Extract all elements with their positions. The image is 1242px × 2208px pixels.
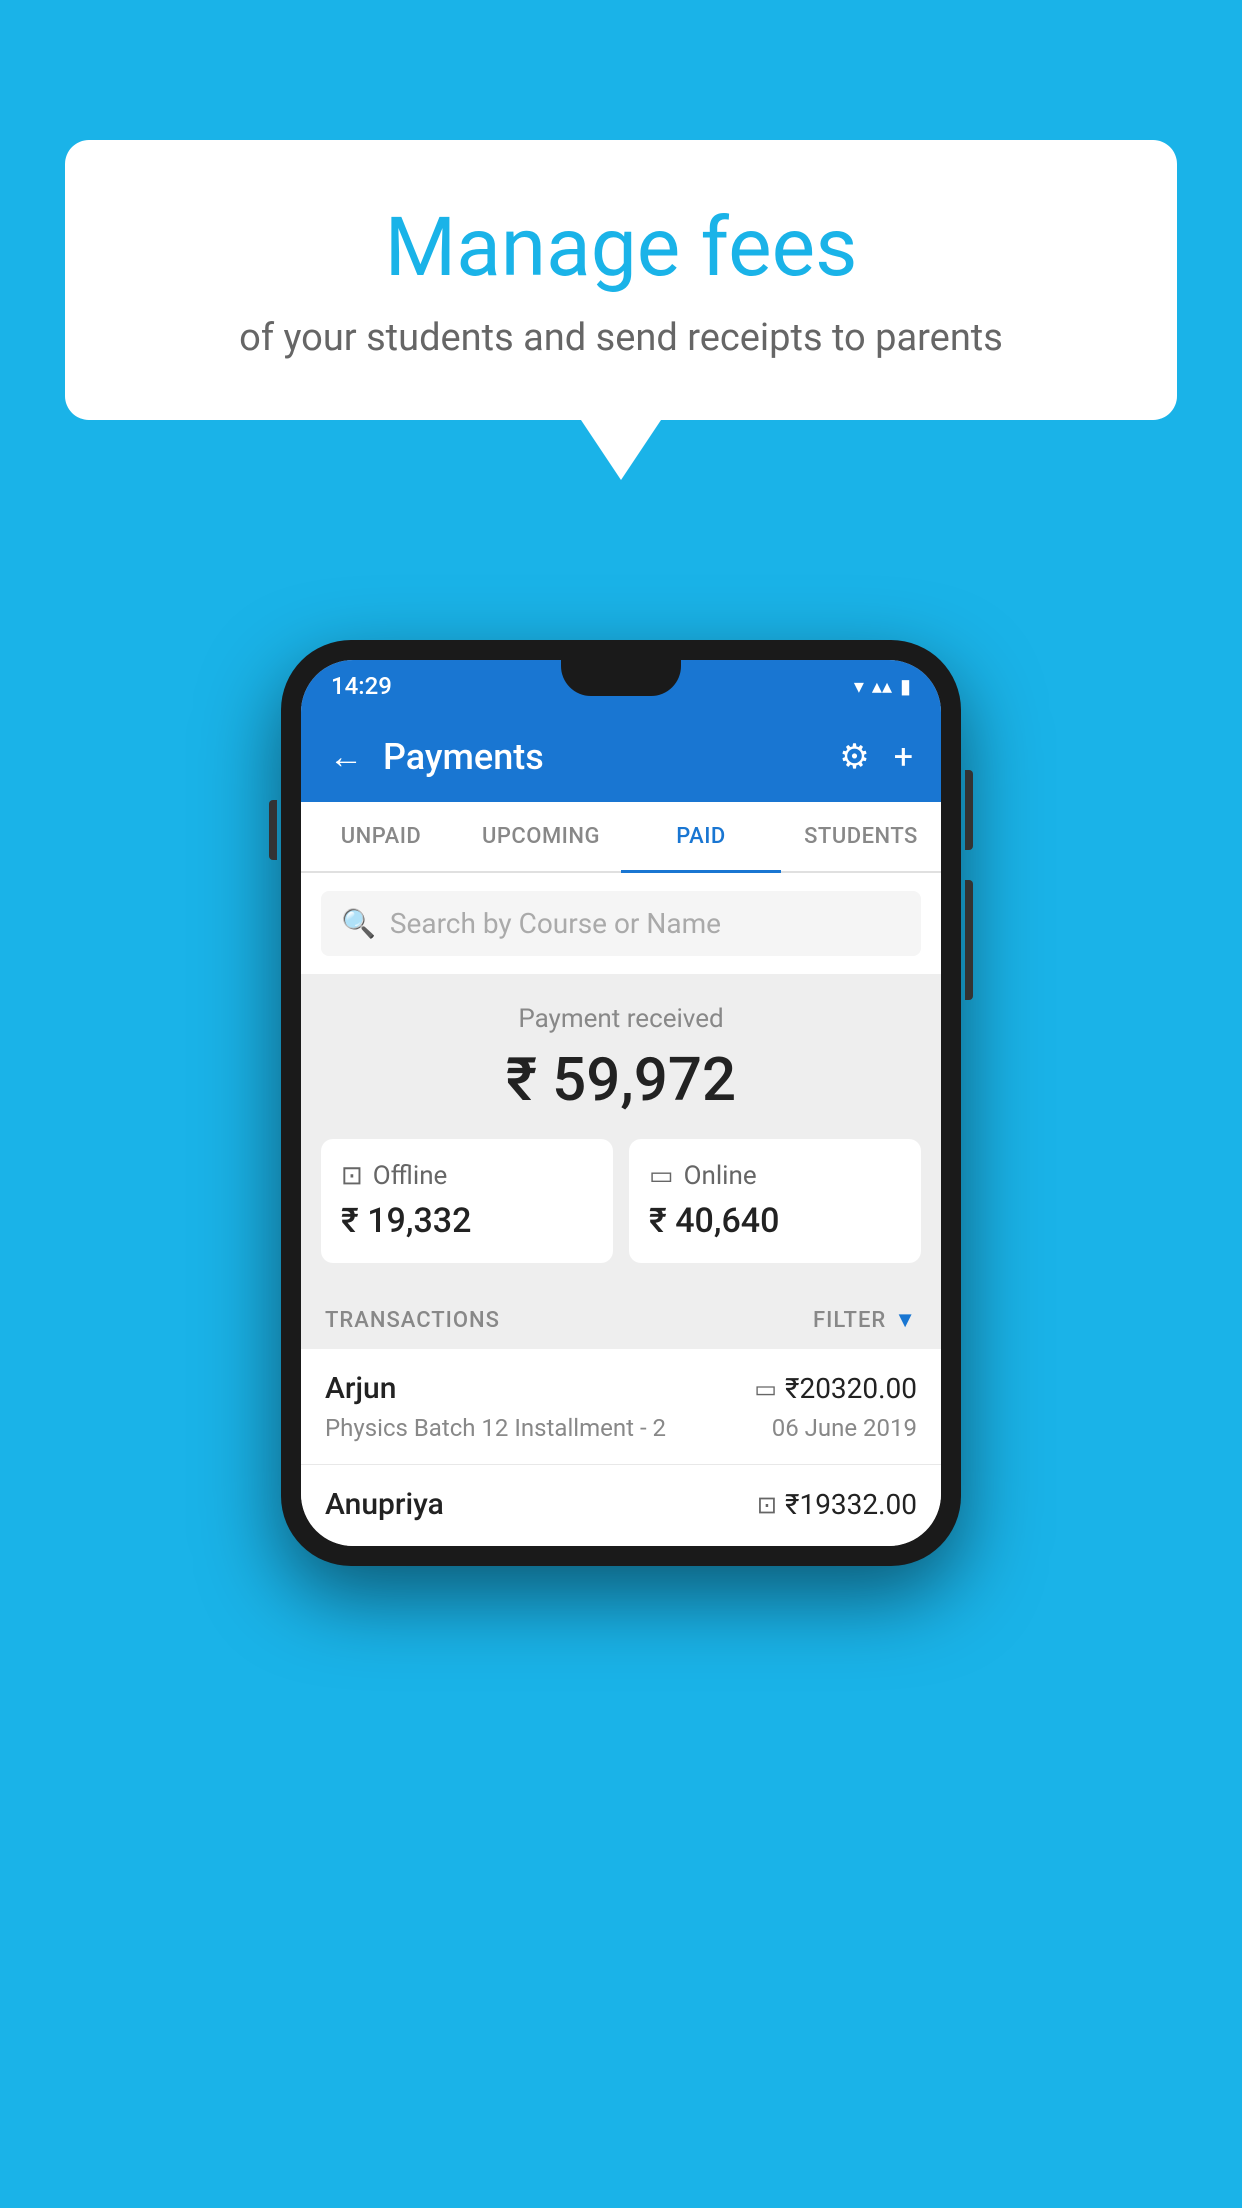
payment-total-amount: ₹ 59,972 [321,1044,921,1115]
offline-label: Offline [373,1161,448,1191]
online-payment-card: ▭ Online ₹ 40,640 [629,1139,921,1263]
search-icon: 🔍 [341,907,376,940]
phone-container: 14:29 ▾ ▴▴ ▮ ← Payments ⚙ + [281,640,961,1566]
speech-bubble: Manage fees of your students and send re… [65,140,1177,420]
status-icons: ▾ ▴▴ ▮ [854,674,911,698]
payment-summary: Payment received ₹ 59,972 [301,974,941,1139]
tab-students[interactable]: STUDENTS [781,802,941,871]
back-button[interactable]: ← [329,737,363,777]
signal-icon: ▴▴ [872,674,892,698]
volume-button [269,800,277,860]
speech-bubble-container: Manage fees of your students and send re… [65,140,1177,480]
online-label: Online [684,1161,757,1191]
notch [561,660,681,696]
filter-button[interactable]: FILTER ▼ [813,1307,917,1333]
app-bar-left: ← Payments [329,736,544,778]
online-card-header: ▭ Online [649,1161,901,1191]
speech-bubble-title: Manage fees [145,200,1097,296]
speech-bubble-tail [581,420,661,480]
speech-bubble-subtitle: of your students and send receipts to pa… [145,316,1097,360]
volume-down-button [965,880,973,1000]
app-bar: ← Payments ⚙ + [301,712,941,802]
tab-upcoming[interactable]: UPCOMING [461,802,621,871]
tab-unpaid[interactable]: UNPAID [301,802,461,871]
transaction-amount-wrap: ▭ ₹20320.00 [754,1372,917,1405]
transaction-amount-2: ₹19332.00 [785,1488,917,1521]
offline-amount: ₹ 19,332 [341,1201,593,1241]
payment-cards-row: ⊡ Offline ₹ 19,332 ▭ Online ₹ 40,640 [301,1139,941,1287]
phone-screen: 14:29 ▾ ▴▴ ▮ ← Payments ⚙ + [301,660,941,1546]
search-input[interactable]: Search by Course or Name [390,907,721,940]
power-button [965,770,973,850]
transaction-bottom: Physics Batch 12 Installment - 2 06 June… [325,1414,917,1442]
settings-icon[interactable]: ⚙ [839,737,869,777]
tab-paid[interactable]: PAID [621,802,781,871]
online-amount: ₹ 40,640 [649,1201,901,1241]
transactions-header: TRANSACTIONS FILTER ▼ [301,1287,941,1349]
offline-card-header: ⊡ Offline [341,1161,593,1191]
add-icon[interactable]: + [894,737,913,777]
battery-icon: ▮ [900,674,911,698]
payment-type-icon: ▭ [754,1375,777,1403]
phone-outer: 14:29 ▾ ▴▴ ▮ ← Payments ⚙ + [281,640,961,1566]
offline-icon: ⊡ [341,1161,363,1191]
page-title: Payments [383,736,544,778]
app-bar-right: ⚙ + [839,737,913,777]
transaction-date: 06 June 2019 [772,1414,917,1442]
offline-payment-card: ⊡ Offline ₹ 19,332 [321,1139,613,1263]
online-icon: ▭ [649,1161,674,1191]
search-box[interactable]: 🔍 Search by Course or Name [321,891,921,956]
payment-received-label: Payment received [321,1004,921,1034]
transaction-detail: Physics Batch 12 Installment - 2 [325,1414,666,1442]
transaction-top: Arjun ▭ ₹20320.00 [325,1371,917,1406]
status-time: 14:29 [331,672,392,700]
transaction-amount-wrap-2: ⊡ ₹19332.00 [757,1488,917,1521]
search-container: 🔍 Search by Course or Name [301,873,941,974]
tabs: UNPAID UPCOMING PAID STUDENTS [301,802,941,873]
payment-type-icon-2: ⊡ [757,1491,777,1519]
transaction-amount: ₹20320.00 [785,1372,917,1405]
transaction-name-2: Anupriya [325,1487,444,1522]
filter-icon: ▼ [894,1307,917,1333]
transaction-name: Arjun [325,1371,396,1406]
filter-label: FILTER [813,1308,886,1333]
transaction-top-2: Anupriya ⊡ ₹19332.00 [325,1487,917,1522]
transactions-label: TRANSACTIONS [325,1308,500,1333]
wifi-icon: ▾ [854,674,864,698]
transaction-row-partial[interactable]: Anupriya ⊡ ₹19332.00 [301,1465,941,1546]
transaction-row[interactable]: Arjun ▭ ₹20320.00 Physics Batch 12 Insta… [301,1349,941,1465]
